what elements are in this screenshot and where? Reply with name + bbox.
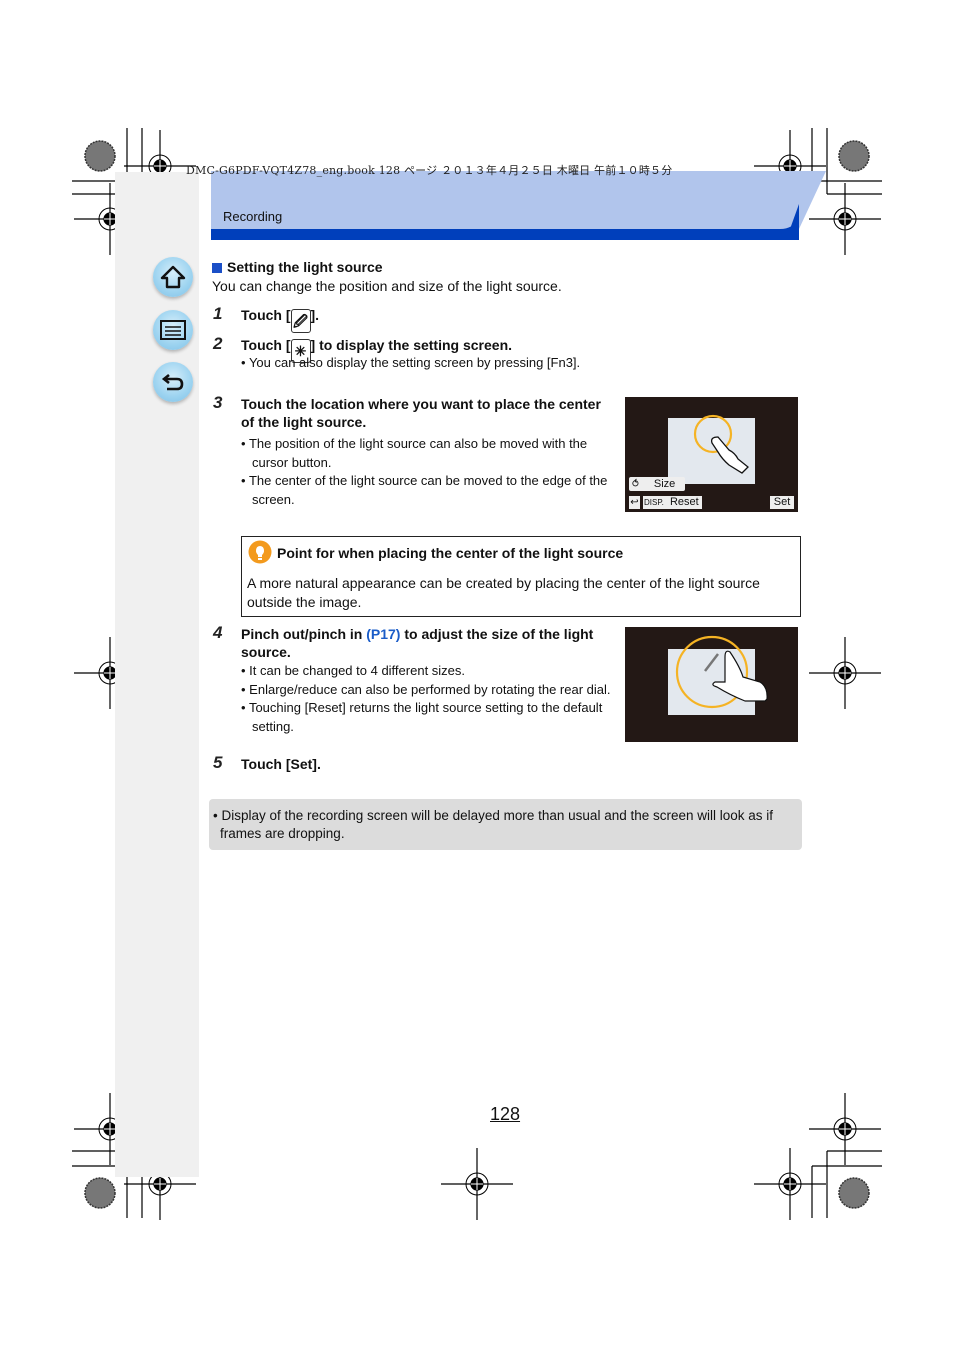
page-number: 128 (490, 1104, 521, 1124)
header-band (211, 171, 799, 229)
bullet-item: • It can be changed to 4 different sizes… (241, 663, 466, 678)
bullet-text: The center of the light source can be mo… (248, 473, 608, 507)
square-bullet-icon (212, 263, 222, 273)
set-button[interactable]: Set (770, 496, 794, 509)
camera-screen-pinch (625, 627, 798, 742)
step-2-post: ] to display the setting screen. (310, 337, 513, 353)
bullet-item: • You can also display the setting scree… (241, 355, 581, 370)
camera-screen-position: ⥀ Size ↩ DISP. Reset Set (625, 397, 798, 512)
step-1-pre: Touch [ (241, 307, 291, 323)
step-number: 5 (213, 753, 223, 772)
note-box: • Display of the recording screen will b… (209, 799, 802, 850)
list-icon (160, 320, 186, 340)
crosshair-mark (809, 637, 881, 709)
tip-box: Point for when placing the center of the… (241, 536, 801, 617)
step-number: 2 (213, 334, 223, 353)
home-button[interactable] (153, 257, 193, 297)
step-number: 4 (213, 623, 223, 642)
step-5-text: Touch [Set]. (241, 756, 321, 772)
color-target-mark (84, 1177, 116, 1209)
section-title: Setting the light source (212, 259, 383, 275)
step-number: 1 (213, 304, 223, 323)
section-title-text: Setting the light source (227, 259, 383, 275)
note-body: Display of the recording screen will be … (220, 808, 774, 841)
bullet-text: The position of the light source can als… (248, 436, 588, 470)
step-4-pre: Pinch out/pinch in (241, 626, 367, 642)
crosshair-mark (809, 1093, 881, 1165)
tip-title: Point for when placing the center of the… (277, 545, 624, 561)
step-2-pre: Touch [ (241, 337, 291, 353)
section-header: Recording (223, 209, 283, 224)
reset-label: Reset (669, 496, 699, 508)
step-4-bullets: • It can be changed to 4 different sizes… (241, 662, 613, 736)
return-icon (161, 373, 184, 391)
dial-icon: ⥀ (632, 479, 639, 490)
lightbulb-icon (248, 540, 272, 564)
step-3-bullets: • The position of the light source can a… (241, 435, 613, 509)
note-text: • Display of the recording screen will b… (213, 808, 774, 841)
step-4-text: Pinch out/pinch in (P17) to adjust the s… (241, 625, 616, 661)
contents-button[interactable] (153, 310, 193, 350)
section-intro: You can change the position and size of … (212, 278, 562, 294)
back-button[interactable] (153, 362, 193, 402)
step-2-bullets: • You can also display the setting scree… (241, 354, 621, 373)
bullet-item: • The center of the light source can be … (241, 473, 608, 507)
step-3-text: Touch the location where you want to pla… (241, 396, 601, 430)
color-target-mark (838, 1177, 870, 1209)
touch-hand-icon (693, 414, 749, 474)
color-target-mark (838, 140, 870, 172)
size-button[interactable]: ⥀ Size (629, 477, 685, 491)
disp-label: DISP. (644, 498, 664, 507)
bullet-text: It can be changed to 4 different sizes. (249, 663, 466, 678)
size-label: Size (653, 478, 676, 490)
bullet-item: • The position of the light source can a… (241, 436, 588, 470)
step-1-text: Touch [🖉]. (241, 306, 319, 333)
bullet-text: Touching [Reset] returns the light sourc… (248, 700, 603, 734)
tip-body: A more natural appearance can be created… (247, 575, 760, 610)
light-source-icon: 🖉 (290, 309, 311, 333)
reset-button[interactable]: DISP. Reset (643, 496, 702, 509)
crosshair-mark (754, 1148, 826, 1220)
step-number: 3 (213, 393, 223, 412)
header-rule (211, 229, 799, 240)
page-link-p17[interactable]: (P17) (366, 626, 400, 642)
bullet-item: • Enlarge/reduce can also be performed b… (241, 681, 611, 697)
home-icon (160, 265, 186, 289)
bullet-text: Enlarge/reduce can also be performed by … (249, 681, 611, 697)
bullet-item: • Touching [Reset] returns the light sou… (241, 700, 603, 734)
crosshair-mark (441, 1148, 513, 1220)
return-icon[interactable]: ↩ (629, 496, 640, 509)
print-slug: DMC-G6PDF-VQT4Z78_eng.book 128 ページ ２０１３年… (186, 164, 673, 177)
bullet-text: You can also display the setting screen … (248, 355, 581, 370)
pinch-hand-icon (675, 635, 768, 709)
color-target-mark (84, 140, 116, 172)
step-1-post: ]. (310, 307, 320, 323)
